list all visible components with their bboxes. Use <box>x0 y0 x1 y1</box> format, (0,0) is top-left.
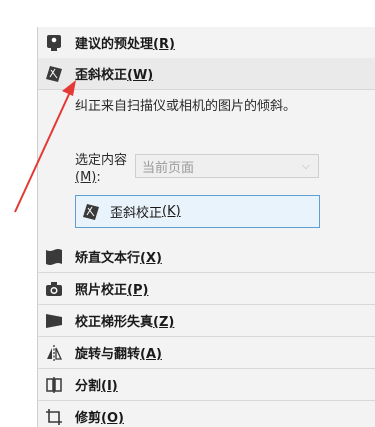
item-hotkey: (I) <box>101 379 118 394</box>
deskew-icon <box>82 203 100 221</box>
chevron-down-icon: ⌵ <box>301 159 310 172</box>
item-photo-correction[interactable]: 照片校正(P) <box>38 273 375 305</box>
trapezoid-icon <box>43 310 65 332</box>
item-straighten-text-lines[interactable]: 矫直文本行(X) <box>38 241 375 273</box>
item-label: 照片校正 <box>75 283 128 298</box>
item-label: 校正梯形失真 <box>75 315 154 330</box>
deskew-button-label: 歪斜校正 <box>110 206 163 221</box>
item-split[interactable]: 分割(I) <box>38 369 375 401</box>
scope-label: 选定内容 (M): <box>75 152 135 186</box>
deskew-icon <box>43 63 65 85</box>
item-label: 建议的预处理 <box>75 37 154 52</box>
scope-dropdown[interactable]: 当前页面 ⌵ <box>135 154 319 178</box>
deskew-button[interactable]: 歪斜校正 (K) <box>75 195 320 228</box>
item-recommended-preprocessing[interactable]: 建议的预处理(R) <box>38 27 375 59</box>
scope-colon: : <box>96 170 101 185</box>
crop-icon <box>43 406 65 427</box>
camera-icon <box>43 278 65 300</box>
split-icon <box>43 374 65 396</box>
item-deskew[interactable]: 歪斜校正(W) <box>38 58 375 90</box>
scope-value: 当前页面 <box>142 160 195 176</box>
item-rotate-flip[interactable]: 旋转与翻转(A) <box>38 337 375 369</box>
item-label: 歪斜校正 <box>75 68 128 83</box>
item-label: 修剪 <box>75 411 102 426</box>
preprocessing-panel: 建议的预处理(R) 歪斜校正(W) 纠正来自扫描仪或相机的图片的倾斜。 选定内容… <box>37 27 375 427</box>
rotate-flip-icon <box>43 342 65 364</box>
scope-label-text: 选定内容 <box>75 153 128 168</box>
item-label: 矫直文本行 <box>75 251 141 266</box>
deskew-button-hotkey: (K) <box>162 204 181 219</box>
item-hotkey: (A) <box>140 347 162 362</box>
item-label: 分割 <box>75 379 102 394</box>
lightbulb-icon <box>43 32 65 54</box>
item-correct-trapezoid[interactable]: 校正梯形失真(Z) <box>38 305 375 337</box>
text-lines-icon <box>43 246 65 268</box>
item-hotkey: (X) <box>140 251 162 266</box>
item-hotkey: (R) <box>153 37 175 52</box>
item-hotkey: (P) <box>127 283 149 298</box>
item-hotkey: (O) <box>101 411 124 426</box>
item-label: 旋转与翻转 <box>75 347 141 362</box>
deskew-description: 纠正来自扫描仪或相机的图片的倾斜。 <box>75 99 297 114</box>
item-hotkey: (W) <box>127 68 154 83</box>
scope-hotkey: (M) <box>75 170 97 185</box>
item-crop[interactable]: 修剪(O) <box>38 401 375 427</box>
item-hotkey: (Z) <box>153 315 175 330</box>
